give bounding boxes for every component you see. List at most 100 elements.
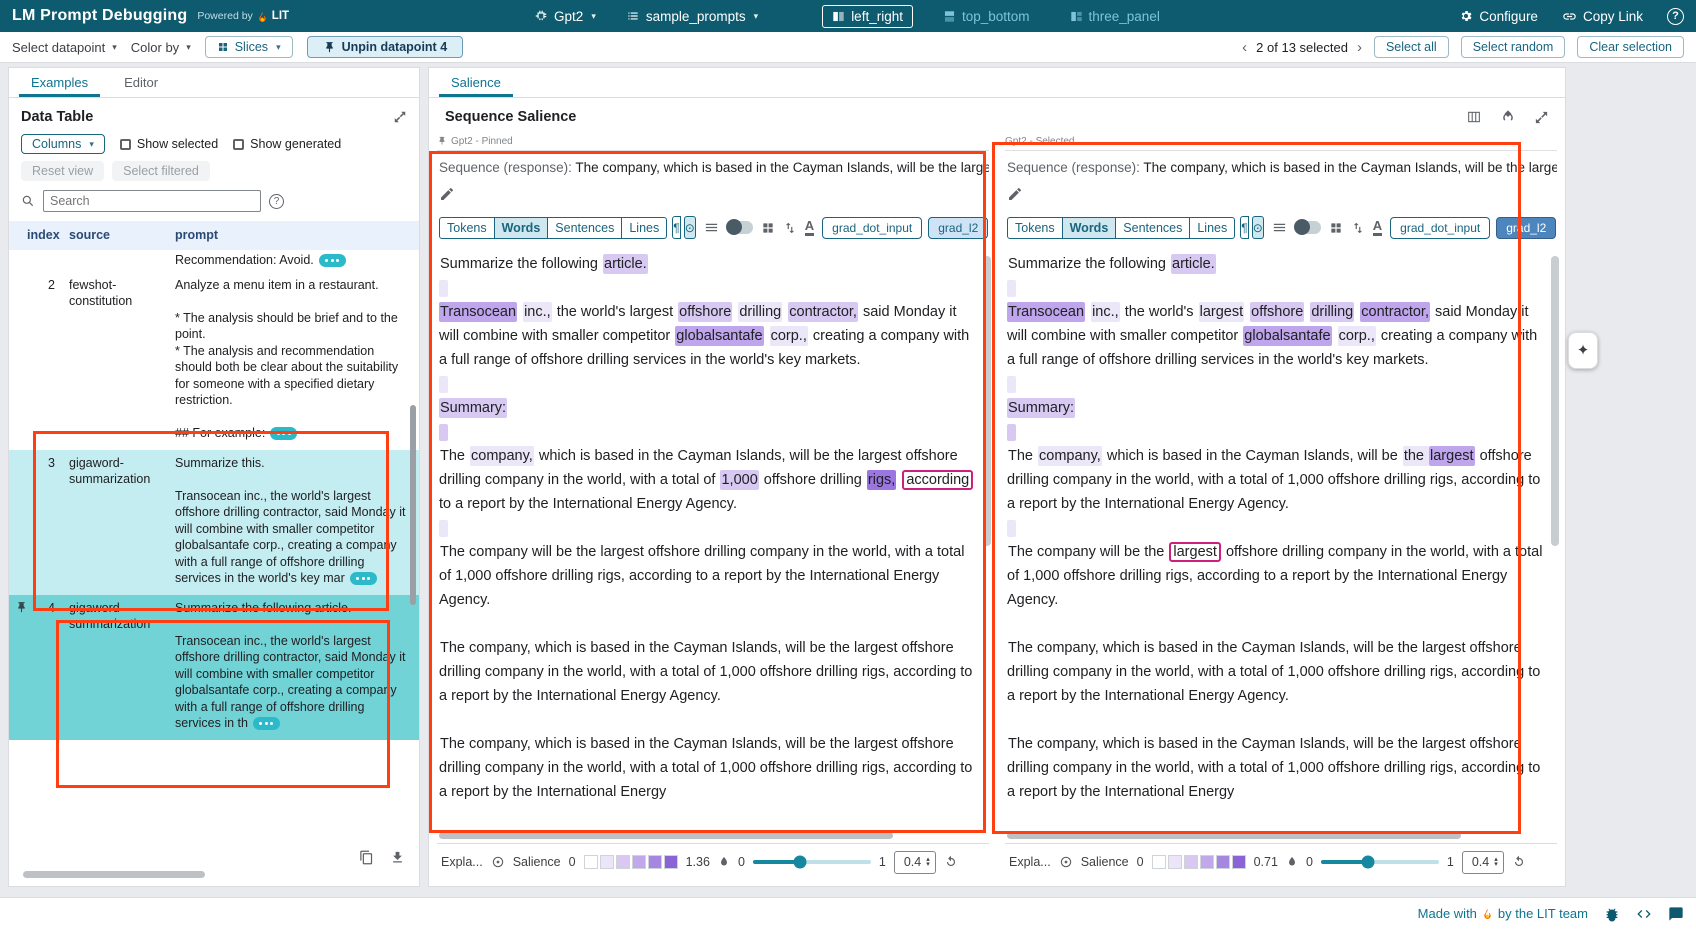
token[interactable]: which is based in the Cayman Islands, wi… <box>1102 446 1403 466</box>
grid-icon[interactable] <box>761 221 775 235</box>
scrollbar-thumb[interactable] <box>439 832 893 839</box>
token[interactable] <box>764 326 770 346</box>
token[interactable]: largest <box>1199 302 1245 322</box>
unpin-datapoint-button[interactable]: Unpin datapoint 4 <box>307 36 464 58</box>
menu-icon[interactable] <box>704 220 719 235</box>
spinner-icon[interactable]: ▴▾ <box>926 857 930 867</box>
token[interactable]: drilling <box>1310 302 1354 322</box>
copy-icon[interactable] <box>359 850 374 865</box>
spinner-icon[interactable]: ▴▾ <box>1494 857 1498 867</box>
newline-token[interactable] <box>1007 376 1016 393</box>
tab-editor[interactable]: Editor <box>108 69 174 97</box>
select-random-button[interactable]: Select random <box>1461 36 1566 58</box>
token[interactable]: offshore <box>678 302 732 322</box>
newline-token[interactable] <box>439 520 448 537</box>
select-datapoint-dropdown[interactable]: Select datapoint ▾ <box>12 40 117 55</box>
token[interactable]: Summary: <box>1007 398 1075 418</box>
token[interactable]: the world's largest <box>552 302 678 322</box>
token[interactable]: 1,000 <box>720 470 758 490</box>
feedback-chat-icon[interactable] <box>1668 906 1684 922</box>
columns-button[interactable]: Columns ▾ <box>21 134 105 154</box>
scrollbar-thumb[interactable] <box>23 871 205 878</box>
model-selector[interactable]: Gpt2 ▾ <box>534 9 596 24</box>
table-row[interactable]: 4gigaword-summarizationSummarize the fol… <box>9 595 419 740</box>
chip-grad-l2[interactable]: grad_l2 <box>928 217 988 239</box>
more-badge[interactable] <box>253 717 280 730</box>
swap-vertical-icon[interactable] <box>783 221 797 235</box>
threshold-input[interactable]: 0.4 ▴▾ <box>1462 851 1504 874</box>
pilcrow-toggle[interactable]: ¶ <box>1240 216 1248 239</box>
token[interactable]: offshore <box>1250 302 1304 322</box>
tab-salience[interactable]: Salience <box>435 69 517 97</box>
token[interactable]: globalsantafe <box>1243 326 1331 346</box>
token[interactable]: largest <box>1429 446 1475 466</box>
reset-icon[interactable] <box>944 855 958 869</box>
token[interactable]: Transocean <box>1007 302 1085 322</box>
slices-button[interactable]: Slices ▾ <box>205 36 293 58</box>
code-icon[interactable] <box>1636 906 1652 922</box>
view-mode-lines[interactable]: Lines <box>1189 217 1235 239</box>
token[interactable]: the <box>1403 446 1429 466</box>
copy-link-button[interactable]: Copy Link <box>1562 9 1643 24</box>
grid-icon[interactable] <box>1329 221 1343 235</box>
view-mode-words[interactable]: Words <box>1062 217 1117 239</box>
newline-token[interactable] <box>1007 280 1016 297</box>
token[interactable]: the world's <box>1120 302 1199 322</box>
next-datapoint-button[interactable]: › <box>1357 40 1362 55</box>
expand-icon[interactable] <box>393 110 407 124</box>
sync-icon[interactable] <box>1500 109 1516 125</box>
more-badge[interactable] <box>270 427 297 440</box>
clear-selection-button[interactable]: Clear selection <box>1577 36 1684 58</box>
layout-left-right-button[interactable]: left_right <box>822 5 913 28</box>
view-mode-sentences[interactable]: Sentences <box>1115 217 1190 239</box>
slider-thumb[interactable] <box>1362 856 1375 869</box>
token[interactable]: contractor, <box>1360 302 1430 322</box>
token[interactable]: drilling <box>738 302 782 322</box>
token[interactable]: The company will be the <box>1007 542 1169 562</box>
toggle-switch[interactable] <box>727 221 753 234</box>
token[interactable]: contractor, <box>788 302 858 322</box>
table-row[interactable]: Recommendation: Avoid. <box>9 250 419 272</box>
table-row[interactable]: 2fewshot-constitutionAnalyze a menu item… <box>9 272 419 450</box>
column-header-index[interactable]: index <box>9 225 63 246</box>
threshold-slider[interactable] <box>1321 860 1439 864</box>
panel-vertical-scrollbar[interactable] <box>1551 256 1559 546</box>
select-all-button[interactable]: Select all <box>1374 36 1449 58</box>
token[interactable]: offshore drilling <box>759 470 867 490</box>
token[interactable]: corp., <box>1338 326 1376 346</box>
token[interactable]: article. <box>603 254 648 274</box>
newline-token[interactable] <box>439 280 448 297</box>
help-button[interactable]: ? <box>1667 8 1684 25</box>
view-mode-tokens[interactable]: Tokens <box>439 217 495 239</box>
token[interactable]: The company, which is based in the Cayma… <box>439 734 972 802</box>
show-generated-checkbox[interactable]: Show generated <box>233 137 341 151</box>
token[interactable]: The company, which is based in the Cayma… <box>1007 638 1540 706</box>
panel-horizontal-scrollbar[interactable] <box>437 832 977 840</box>
sparkle-drawer-button[interactable]: ✦ <box>1568 332 1598 369</box>
dot-circle-toggle[interactable]: ⊙ <box>684 216 696 239</box>
configure-button[interactable]: Configure <box>1459 9 1538 24</box>
search-help-icon[interactable]: ? <box>269 194 284 209</box>
threshold-input[interactable]: 0.4 ▴▾ <box>894 851 936 874</box>
panel-horizontal-scrollbar[interactable] <box>1005 832 1545 840</box>
panel-vertical-scrollbar[interactable] <box>983 256 991 546</box>
color-by-dropdown[interactable]: Color by ▾ <box>131 40 191 55</box>
layout-top-bottom-button[interactable]: top_bottom <box>933 5 1040 28</box>
view-mode-lines[interactable]: Lines <box>621 217 667 239</box>
column-header-source[interactable]: source <box>63 225 169 246</box>
chip-grad-dot-input[interactable]: grad_dot_input <box>1390 217 1490 239</box>
newline-token[interactable] <box>439 424 448 441</box>
toggle-switch[interactable] <box>1295 221 1321 234</box>
token[interactable] <box>1332 326 1338 346</box>
swap-vertical-icon[interactable] <box>1351 221 1365 235</box>
view-mode-sentences[interactable]: Sentences <box>547 217 622 239</box>
more-badge[interactable] <box>319 254 346 267</box>
newline-token[interactable] <box>1007 424 1016 441</box>
token[interactable]: rigs, <box>867 470 896 490</box>
font-color-icon[interactable]: A <box>1373 219 1382 236</box>
token[interactable]: Transocean <box>439 302 517 322</box>
slider-thumb[interactable] <box>794 856 807 869</box>
newline-token[interactable] <box>1007 616 1016 633</box>
token[interactable]: according <box>902 470 973 490</box>
edit-pencil-icon[interactable] <box>1007 186 1023 202</box>
